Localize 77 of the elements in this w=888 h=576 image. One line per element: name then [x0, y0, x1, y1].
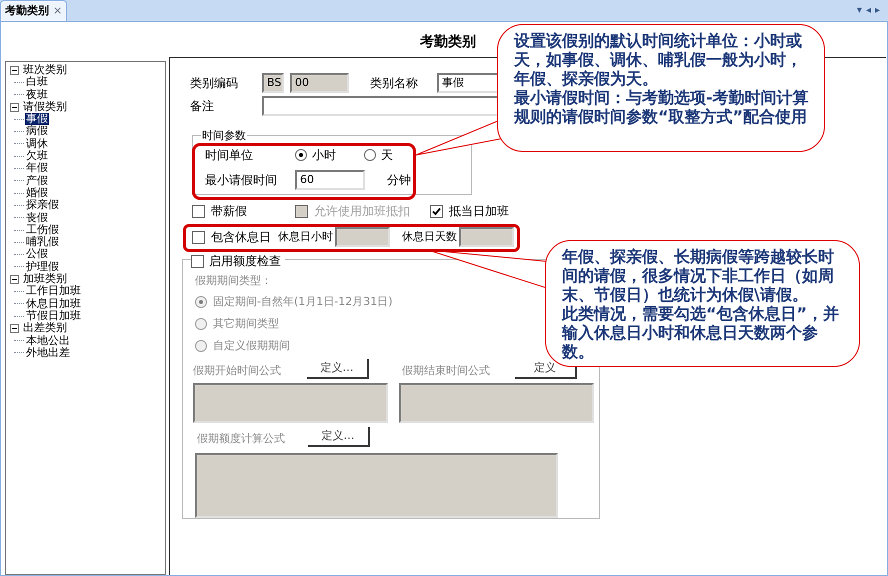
- field-label: 类别名称: [370, 75, 419, 92]
- tab[interactable]: 考勤类别 ×: [0, 0, 68, 21]
- define-button[interactable]: 定义…: [308, 427, 370, 447]
- close-icon[interactable]: ×: [53, 2, 62, 20]
- tree-item[interactable]: 工作日加班: [25, 285, 82, 298]
- radio-label: 其它期间类型: [213, 316, 279, 332]
- tree-item[interactable]: 出差类别: [22, 322, 68, 335]
- unit-label: 分钟: [387, 172, 411, 189]
- tree-item[interactable]: 事假: [25, 113, 49, 126]
- tree-item[interactable]: 年假: [25, 162, 49, 175]
- tree-item[interactable]: 工伤假: [25, 224, 60, 236]
- tree-item[interactable]: 请假类别: [22, 100, 68, 114]
- tree-item[interactable]: 外地出差: [25, 346, 71, 360]
- text-area[interactable]: [399, 383, 594, 423]
- field-label: 时间单位: [205, 147, 254, 164]
- callout-text: 年假、探亲假、长期病假等跨越较长时间的请假，很多情况下非工作日（如周末、节假日）也统计为休假\请假。: [562, 247, 835, 304]
- radio-label: 固定期间-自然年(1月1日-12月31日): [213, 294, 393, 310]
- checkbox[interactable]: [192, 230, 205, 244]
- tree-item[interactable]: 本地公出: [25, 334, 71, 347]
- collapse-icon[interactable]: [10, 324, 19, 333]
- input-field[interactable]: [335, 227, 390, 247]
- form-title: 考勤类别: [419, 33, 476, 52]
- callout-text: 此类情况，需要勾选“包含休息日”，并输入休息日小时和休息日天数两个参数。: [562, 304, 840, 361]
- input-field[interactable]: [459, 227, 514, 247]
- tree-item[interactable]: 班次类别: [22, 64, 68, 76]
- tree-item[interactable]: 探亲假: [25, 199, 60, 212]
- tab-scroll-icon[interactable]: ▸: [874, 3, 880, 18]
- code-prefix-field[interactable]: BS: [262, 73, 284, 93]
- field-label: 休息日天数: [402, 228, 458, 245]
- radio-button[interactable]: [195, 296, 207, 308]
- tree-item[interactable]: 白班: [25, 76, 49, 89]
- radio-label: 自定义假期期间: [213, 338, 290, 354]
- tree-item[interactable]: 节假日加班: [25, 310, 82, 322]
- tree-item[interactable]: 公假: [25, 248, 49, 261]
- checkbox-label: 包含休息日: [211, 229, 271, 246]
- input-field[interactable]: 00: [290, 73, 349, 93]
- text-area[interactable]: [193, 383, 388, 423]
- field-label: 假期结束时间公式: [402, 362, 491, 378]
- checkbox-label: 启用额度检查: [209, 253, 281, 270]
- define-button[interactable]: 定义…: [307, 359, 369, 379]
- radio-button[interactable]: [195, 340, 207, 352]
- input-field[interactable]: 60: [295, 170, 365, 190]
- collapse-icon[interactable]: [10, 102, 19, 112]
- checkbox-label: 抵当日加班: [449, 203, 509, 220]
- tree-item[interactable]: 丧假: [25, 212, 49, 224]
- tree-item[interactable]: 调休: [25, 138, 49, 150]
- collapse-icon[interactable]: [10, 66, 19, 75]
- group-label: 假期期间类型：: [195, 273, 272, 287]
- radio-label: 小时: [312, 147, 336, 164]
- tree-item[interactable]: 欠班: [25, 150, 49, 162]
- tree-item[interactable]: 加班类别: [22, 273, 68, 286]
- tree-item[interactable]: 休息日加班: [25, 298, 82, 310]
- tree-item[interactable]: 夜班: [25, 88, 49, 101]
- tree-item[interactable]: 病假: [25, 125, 49, 138]
- checkbox[interactable]: [191, 254, 204, 268]
- checkbox[interactable]: [430, 204, 443, 218]
- radio-button[interactable]: [195, 318, 207, 330]
- tab-scroll-icon[interactable]: ◂: [866, 3, 871, 18]
- checkbox-label: 允许使用加班抵扣: [314, 203, 410, 220]
- field-label: 类别编码: [190, 75, 239, 92]
- field-label: 假期额度计算公式: [197, 430, 286, 446]
- text-area[interactable]: [195, 453, 558, 518]
- radio-label: 天: [381, 147, 393, 164]
- field-label: 备注: [190, 98, 215, 115]
- tree-item[interactable]: 护理假: [25, 260, 60, 274]
- field-label: 休息日小时: [278, 228, 334, 245]
- tab-scroll-icon[interactable]: ▾: [856, 3, 862, 18]
- tree-item[interactable]: 婚假: [25, 186, 49, 200]
- checkbox[interactable]: [192, 204, 205, 218]
- radio-button[interactable]: [364, 149, 376, 161]
- field-label: 最小请假时间: [205, 172, 278, 189]
- tree-item[interactable]: 产假: [25, 174, 49, 187]
- collapse-icon[interactable]: [10, 274, 19, 284]
- checkbox-label: 带薪假: [211, 203, 247, 220]
- tree-item[interactable]: 哺乳假: [25, 236, 60, 248]
- field-label: 假期开始时间公式: [193, 362, 282, 378]
- radio-button[interactable]: [295, 149, 307, 161]
